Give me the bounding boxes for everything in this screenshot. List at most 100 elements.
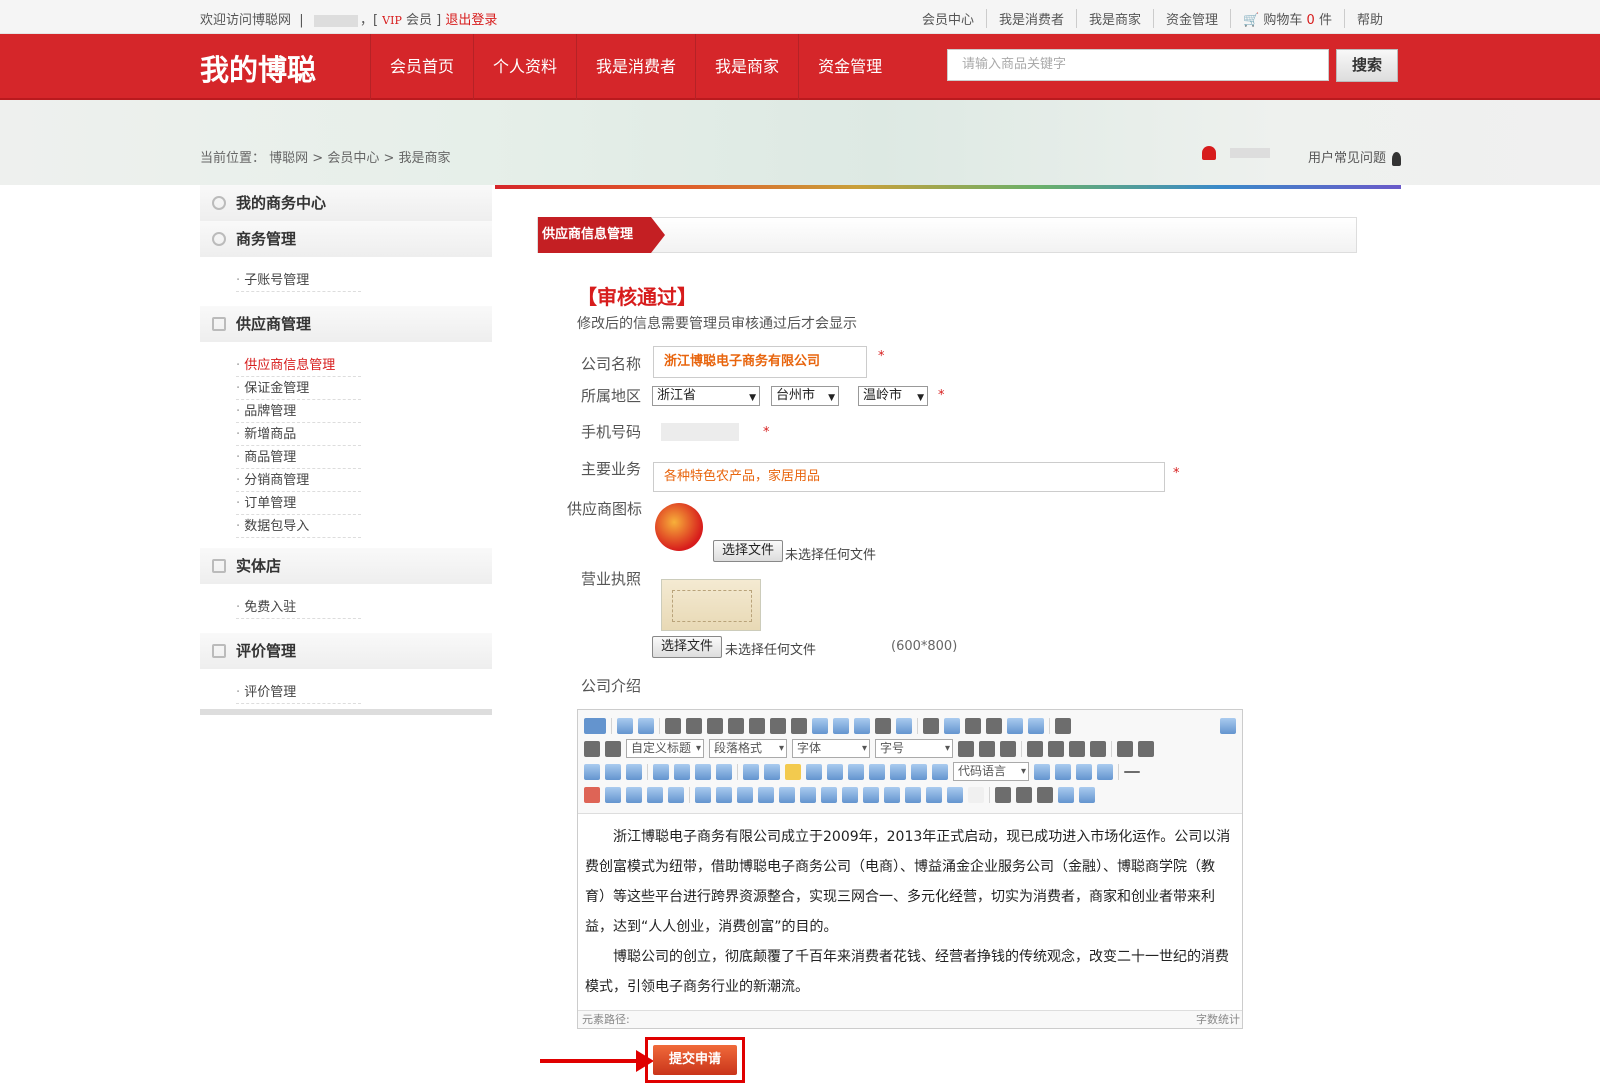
submit-button[interactable]: 提交申请 xyxy=(653,1045,737,1075)
rich-text-editor[interactable]: 自定义标题 段落格式 字体 字号 xyxy=(577,709,1243,1029)
date-icon[interactable] xyxy=(584,786,600,803)
company-name-field[interactable]: 浙江博聪电子商务有限公司 xyxy=(653,346,867,378)
sidebar-section-store[interactable]: 实体店 xyxy=(200,548,492,584)
strikethrough-icon[interactable] xyxy=(749,717,765,734)
site-logo[interactable]: 我的博聪 xyxy=(200,47,316,89)
nav-consumer[interactable]: 我是消费者 xyxy=(576,34,695,100)
anchor-icon[interactable] xyxy=(626,763,642,780)
subscript-icon[interactable] xyxy=(791,717,807,734)
sidebar-item-reviews[interactable]: 评价管理 xyxy=(236,681,361,704)
merge-cells-icon[interactable] xyxy=(842,786,858,803)
breadcrumb-item[interactable]: 会员中心 xyxy=(327,151,379,166)
webapp-icon[interactable] xyxy=(1034,763,1050,780)
image-center-icon[interactable] xyxy=(716,763,732,780)
select-all-icon[interactable] xyxy=(1007,717,1023,734)
delete-col-icon[interactable] xyxy=(821,786,837,803)
logo-choose-file-button[interactable]: 选择文件 xyxy=(713,540,784,562)
music-icon[interactable] xyxy=(848,763,864,780)
font-family-select[interactable]: 字体 xyxy=(792,739,870,758)
help-link[interactable]: 帮助 xyxy=(1345,9,1395,28)
redo-icon[interactable] xyxy=(638,717,654,734)
video-icon[interactable] xyxy=(827,763,843,780)
image-left-icon[interactable] xyxy=(674,763,690,780)
fullscreen-icon[interactable] xyxy=(1220,717,1236,734)
search-input[interactable]: 请输入商品关键字 xyxy=(947,49,1329,81)
merge-down-icon[interactable] xyxy=(884,786,900,803)
attachment-icon[interactable] xyxy=(869,763,885,780)
underline-icon[interactable] xyxy=(707,717,723,734)
line-height-icon[interactable] xyxy=(605,740,621,757)
undo-icon[interactable] xyxy=(617,717,633,734)
merge-right-icon[interactable] xyxy=(863,786,879,803)
logout-link[interactable]: 退出登录 xyxy=(445,13,497,28)
align-center-icon[interactable] xyxy=(1048,740,1064,757)
license-choose-file-button[interactable]: 选择文件 xyxy=(652,636,723,658)
unlink-icon[interactable] xyxy=(605,763,621,780)
rtl-icon[interactable] xyxy=(979,740,995,757)
phone-blurred[interactable] xyxy=(661,423,739,441)
sidebar-item-data-import[interactable]: 数据包导入 xyxy=(236,515,361,538)
align-justify-icon[interactable] xyxy=(1090,740,1106,757)
insert-col-icon[interactable] xyxy=(800,786,816,803)
sidebar-item-sub-accounts[interactable]: 子账号管理 xyxy=(236,269,361,292)
image-right-icon[interactable] xyxy=(695,763,711,780)
spellcheck-icon[interactable] xyxy=(668,786,684,803)
highlight-icon[interactable] xyxy=(944,717,960,734)
link-icon[interactable] xyxy=(584,763,600,780)
preview-icon[interactable] xyxy=(1016,786,1032,803)
link-funds[interactable]: 资金管理 xyxy=(1154,9,1232,28)
emoji-icon[interactable] xyxy=(785,763,801,780)
image-icon[interactable] xyxy=(743,763,759,780)
split-rows-icon[interactable] xyxy=(926,786,942,803)
chart-icon[interactable] xyxy=(968,786,984,803)
cart-link[interactable]: 🛒 购物车 0 件 xyxy=(1231,9,1345,28)
superscript-icon[interactable] xyxy=(770,717,786,734)
split-cols-icon[interactable] xyxy=(947,786,963,803)
font-size-select[interactable]: 字号 xyxy=(875,739,953,758)
row-spacing-icon[interactable] xyxy=(1055,717,1071,734)
search-icon[interactable] xyxy=(1037,786,1053,803)
html-source-icon[interactable] xyxy=(584,717,606,734)
sidebar-item-orders[interactable]: 订单管理 xyxy=(236,492,361,515)
paragraph-spacing-icon[interactable] xyxy=(584,740,600,757)
format-brush-icon[interactable] xyxy=(833,717,849,734)
breadcrumb-item[interactable]: 我是商家 xyxy=(399,151,451,166)
sidebar-section-business-center[interactable]: 我的商务中心 xyxy=(200,185,492,221)
nav-funds[interactable]: 资金管理 xyxy=(798,34,901,100)
sidebar-section-business-mgmt[interactable]: 商务管理 xyxy=(200,221,492,257)
province-select[interactable]: 浙江省 xyxy=(652,386,760,407)
horizontal-rule-icon[interactable] xyxy=(1124,770,1140,773)
italic-icon[interactable] xyxy=(686,717,702,734)
city-select[interactable]: 台州市 xyxy=(771,386,839,407)
business-field[interactable]: 各种特色农产品，家居用品 xyxy=(653,462,1165,492)
sidebar-item-new-product[interactable]: 新增商品 xyxy=(236,423,361,446)
breadcrumb-item[interactable]: 博聪网 xyxy=(269,151,308,166)
insert-table-icon[interactable] xyxy=(695,786,711,803)
page-break-icon[interactable] xyxy=(1055,763,1071,780)
ordered-list-icon[interactable] xyxy=(965,717,981,734)
sidebar-item-deposit[interactable]: 保证金管理 xyxy=(236,377,361,400)
insert-row-icon[interactable] xyxy=(758,786,774,803)
map-icon[interactable] xyxy=(890,763,906,780)
indent-icon[interactable] xyxy=(1000,740,1016,757)
bold-icon[interactable] xyxy=(665,717,681,734)
search-button[interactable]: 搜索 xyxy=(1336,49,1398,82)
blockquote-icon[interactable] xyxy=(875,717,891,734)
editor-content[interactable]: 浙江博聪电子商务有限公司成立于2009年，2013年正式启动，现已成功进入市场化… xyxy=(578,814,1242,1011)
to-lowercase-icon[interactable] xyxy=(1138,740,1154,757)
search-replace-icon[interactable] xyxy=(647,786,663,803)
frame-icon[interactable] xyxy=(932,763,948,780)
gmap-icon[interactable] xyxy=(911,763,927,780)
special-chars-icon[interactable] xyxy=(626,786,642,803)
nav-merchant[interactable]: 我是商家 xyxy=(695,34,798,100)
paragraph-format-select[interactable]: 段落格式 xyxy=(709,739,787,758)
code-language-select[interactable]: 代码语言 xyxy=(953,762,1029,781)
sidebar-item-free-join[interactable]: 免费入驻 xyxy=(236,596,361,619)
sidebar-section-supplier[interactable]: 供应商管理 xyxy=(200,306,492,342)
sidebar-section-reviews[interactable]: 评价管理 xyxy=(200,633,492,669)
template-icon[interactable] xyxy=(1076,763,1092,780)
time-icon[interactable] xyxy=(605,786,621,803)
sidebar-item-brand[interactable]: 品牌管理 xyxy=(236,400,361,423)
custom-heading-select[interactable]: 自定义标题 xyxy=(626,739,704,758)
nav-member-home[interactable]: 会员首页 xyxy=(370,34,473,100)
